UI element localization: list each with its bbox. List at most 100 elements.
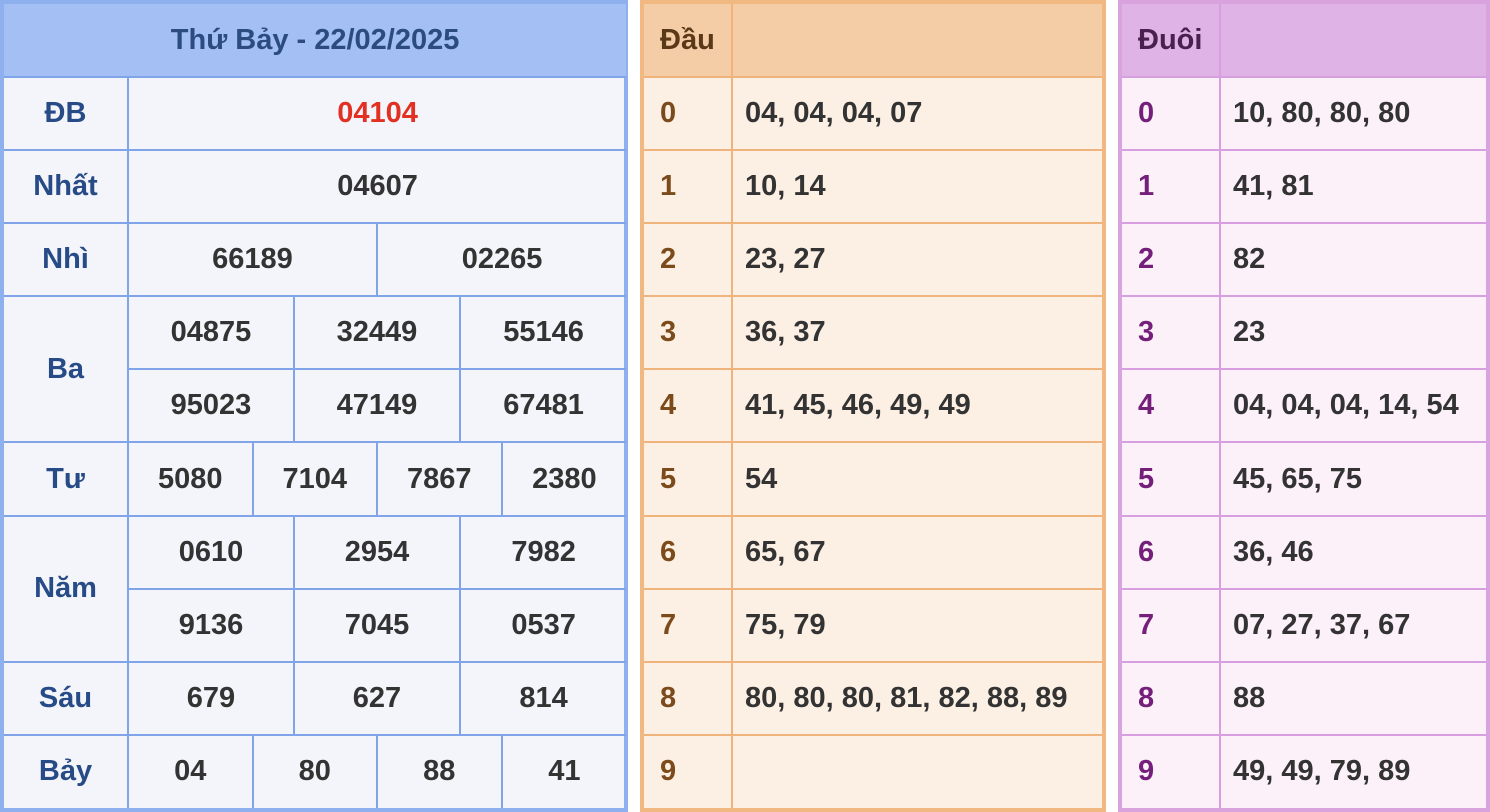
duoi-values: 45, 65, 75 [1219,441,1486,517]
dau-digit: 0 [644,76,733,152]
duoi-row: 4 04, 04, 04, 14, 54 [1122,368,1486,444]
duoi-row: 1 41, 81 [1122,149,1486,225]
row-db: ĐB 04104 [4,76,627,152]
fifth-prize-number: 7982 [458,514,627,590]
duoi-row: 2 82 [1122,222,1486,298]
dau-header: Đầu [644,4,732,78]
dau-digit: 7 [644,587,733,663]
dau-values: 54 [731,441,1102,517]
prize-label-ba: Ba [4,295,129,444]
duoi-values: 07, 27, 37, 67 [1219,587,1486,663]
fifth-prize-number: 0610 [127,514,295,590]
third-prize-number: 67481 [458,368,627,444]
second-prize-number: 02265 [375,222,627,298]
fourth-prize-number: 7104 [251,441,378,517]
third-prize-number: 47149 [293,368,461,444]
duoi-digit: 0 [1122,76,1221,152]
duoi-row: 6 36, 46 [1122,514,1486,590]
duoi-digit: 1 [1122,149,1221,225]
dau-panel: Đầu 0 04, 04, 04, 07 1 10, 14 2 23, 27 3 36,… [640,0,1106,812]
prize-label-nhat: Nhất [4,149,129,225]
dau-values: 75, 79 [731,587,1102,663]
dau-digit: 2 [644,222,733,298]
row-nhat: Nhất 04607 [4,149,627,225]
duoi-digit: 8 [1122,660,1221,736]
dau-row: 5 54 [644,441,1102,517]
dau-row: 7 75, 79 [644,587,1102,663]
fifth-prize-number: 7045 [293,587,461,663]
results-panel: Thứ Bảy - 22/02/2025 ĐB 04104 Nhất 04607… [0,0,628,812]
dau-digit: 5 [644,441,733,517]
duoi-values: 10, 80, 80, 80 [1219,76,1486,152]
fifth-prize-number: 0537 [458,587,627,663]
dau-values: 65, 67 [731,514,1102,590]
fourth-prize-number: 5080 [127,441,254,517]
dau-values [731,733,1102,808]
prize-label-sau: Sáu [4,660,129,736]
row-ba-1: Ba 04875 32449 55146 [4,295,627,444]
dau-row: 9 [644,733,1102,808]
row-sau: Sáu 679 627 814 [4,660,627,736]
results-title: Thứ Bảy - 22/02/2025 [4,4,627,78]
dau-row: 8 80, 80, 80, 81, 82, 88, 89 [644,660,1102,736]
dau-values: 80, 80, 80, 81, 82, 88, 89 [731,660,1102,736]
duoi-values: 88 [1219,660,1486,736]
sixth-prize-number: 814 [458,660,627,736]
dau-digit: 9 [644,733,733,808]
seventh-prize-number: 41 [500,733,627,808]
duoi-digit: 9 [1122,733,1221,808]
dau-digit: 4 [644,368,733,444]
duoi-digit: 2 [1122,222,1221,298]
prize-label-nam: Năm [4,514,129,663]
dau-digit: 1 [644,149,733,225]
third-prize-number: 55146 [458,295,627,371]
prize-label-nhi: Nhì [4,222,129,298]
fifth-prize-number: 9136 [128,587,295,663]
duoi-header: Đuôi [1122,4,1220,78]
dau-row: 1 10, 14 [644,149,1102,225]
sixth-prize-number: 627 [293,660,461,736]
dau-values: 41, 45, 46, 49, 49 [731,368,1102,444]
duoi-table: Đuôi 0 10, 80, 80, 80 1 41, 81 2 82 3 23 4 04… [1122,4,1486,808]
dau-table: Đầu 0 04, 04, 04, 07 1 10, 14 2 23, 27 3 36,… [644,4,1102,808]
prize-label-db: ĐB [4,76,129,152]
duoi-digit: 5 [1122,441,1221,517]
duoi-values: 23 [1219,295,1486,371]
dau-row: 0 04, 04, 04, 07 [644,76,1102,152]
duoi-digit: 6 [1122,514,1221,590]
dau-values: 10, 14 [731,149,1102,225]
fifth-prize-number: 2954 [293,514,461,590]
duoi-header-blank [1219,4,1486,78]
dau-values: 23, 27 [731,222,1102,298]
dau-row: 2 23, 27 [644,222,1102,298]
duoi-digit: 3 [1122,295,1221,371]
duoi-values: 41, 81 [1219,149,1486,225]
third-prize-number: 32449 [293,295,461,371]
duoi-values: 36, 46 [1219,514,1486,590]
first-prize-number: 04607 [126,149,627,225]
row-tu: Tư 5080 7104 7867 2380 [4,441,627,517]
duoi-row: 9 49, 49, 79, 89 [1122,733,1486,808]
seventh-prize-number: 04 [127,733,254,808]
seventh-prize-number: 88 [376,733,503,808]
fourth-prize-number: 7867 [376,441,503,517]
dau-header-blank [731,4,1102,78]
dau-row: 3 36, 37 [644,295,1102,371]
duoi-row: 7 07, 27, 37, 67 [1122,587,1486,663]
dau-digit: 6 [644,514,733,590]
duoi-values: 82 [1219,222,1486,298]
second-prize-number: 66189 [127,222,378,298]
row-nhi: Nhì 66189 02265 [4,222,627,298]
row-bay: Bảy 04 80 88 41 [4,733,627,808]
dau-values: 36, 37 [731,295,1102,371]
fourth-prize-number: 2380 [500,441,627,517]
duoi-row: 8 88 [1122,660,1486,736]
duoi-row: 5 45, 65, 75 [1122,441,1486,517]
prize-label-tu: Tư [4,441,129,517]
duoi-digit: 7 [1122,587,1221,663]
duoi-row: 3 23 [1122,295,1486,371]
row-nam-1: Năm 0610 2954 7982 [4,514,627,663]
dau-row: 4 41, 45, 46, 49, 49 [644,368,1102,444]
third-prize-number: 04875 [127,295,295,371]
dau-digit: 8 [644,660,733,736]
